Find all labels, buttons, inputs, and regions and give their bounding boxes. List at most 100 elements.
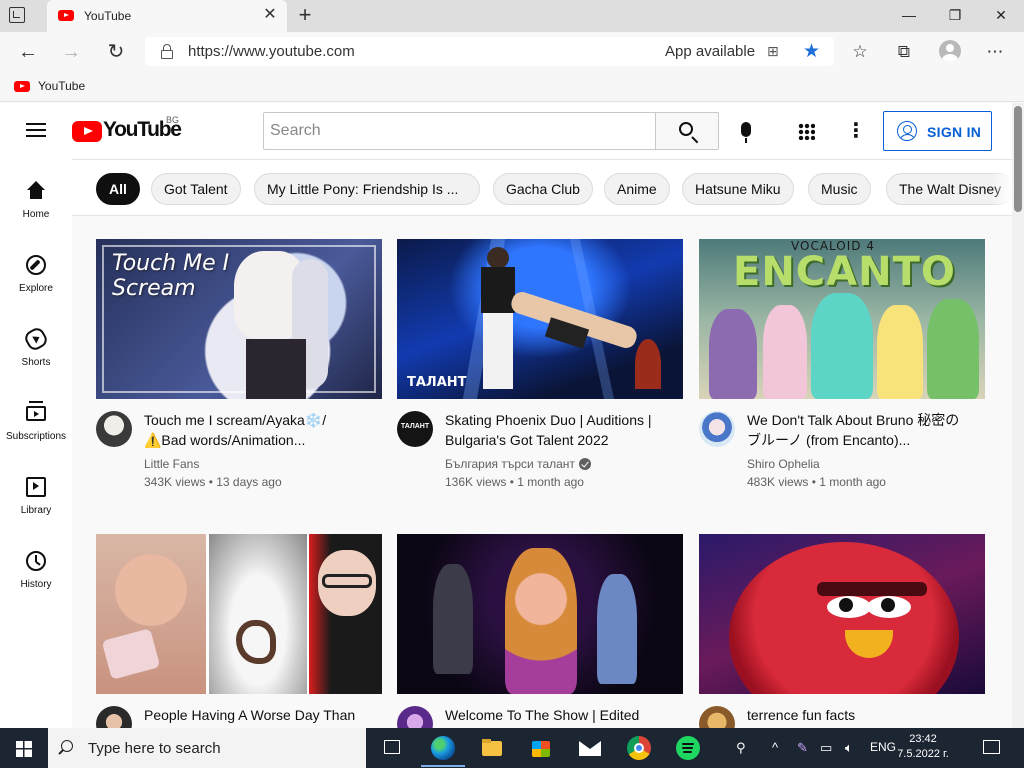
page-scrollbar[interactable] <box>1012 103 1024 728</box>
channel-name[interactable]: Little Fans <box>144 457 199 471</box>
favorite-youtube-link[interactable]: YouTube <box>38 79 85 93</box>
file-explorer-icon[interactable] <box>480 736 504 760</box>
tab-close-icon[interactable]: ✕ <box>261 6 279 24</box>
menu-icon[interactable] <box>26 123 46 137</box>
channel-name[interactable]: Shiro Ophelia <box>747 457 820 471</box>
youtube-header: YouTube BG ⋮ SIGN IN <box>0 103 1012 159</box>
youtube-logo-icon[interactable] <box>72 121 102 142</box>
guide-label: Library <box>20 505 52 516</box>
thumbnail-caption: Touch Me I Scream <box>112 251 230 301</box>
sign-in-label: SIGN IN <box>927 124 982 140</box>
app-available-label[interactable]: App available <box>665 43 755 60</box>
channel-name[interactable]: България търси талант <box>445 457 575 471</box>
lock-icon[interactable] <box>161 44 173 59</box>
forward-icon[interactable]: → <box>57 38 85 66</box>
youtube-favicon-icon <box>58 10 74 21</box>
filter-chips-bar: All Got Talent My Little Pony: Friendshi… <box>72 159 1012 216</box>
refresh-icon[interactable]: ↻ <box>102 38 130 66</box>
people-icon[interactable]: ⚲ <box>736 740 746 756</box>
video-title[interactable]: terrence fun facts <box>747 705 973 725</box>
network-icon[interactable]: ▭ <box>820 740 832 756</box>
channel-avatar[interactable] <box>96 411 132 447</box>
favorite-star-icon[interactable]: ★ <box>803 40 820 63</box>
video-title[interactable]: Touch me I scream/Ayaka❄️/ ⚠️Bad words/A… <box>144 410 370 450</box>
upload-age: 1 month ago <box>517 475 584 489</box>
restore-icon[interactable]: ❐ <box>932 0 978 30</box>
guide-item-explore[interactable]: Explore <box>0 255 72 329</box>
history-icon <box>26 551 46 571</box>
new-tab-icon[interactable]: + <box>294 4 316 26</box>
clock-time: 23:42 <box>909 733 937 745</box>
search-button[interactable] <box>655 112 719 150</box>
chip-anime[interactable]: Anime <box>604 173 670 205</box>
notifications-icon[interactable] <box>983 740 1000 754</box>
video-thumbnail[interactable]: Touch Me I Scream <box>96 239 382 399</box>
video-title[interactable]: Welcome To The Show | Edited <box>445 705 671 725</box>
library-icon <box>26 477 46 497</box>
video-thumbnail[interactable] <box>397 534 683 694</box>
taskbar-search-box[interactable]: Type here to search <box>48 728 366 768</box>
guide-label: Shorts <box>21 357 51 368</box>
video-thumbnail[interactable]: VOCALOID 4 ENCANTO <box>699 239 985 399</box>
chip-gacha-club[interactable]: Gacha Club <box>493 173 593 205</box>
guide-item-library[interactable]: Library <box>0 477 72 551</box>
search-input[interactable] <box>264 113 656 149</box>
edge-browser-icon[interactable] <box>421 736 465 767</box>
guide-item-subscriptions[interactable]: Subscriptions <box>0 401 72 477</box>
channel-name-row[interactable]: България търси талант <box>445 457 591 471</box>
tab-actions-icon[interactable] <box>9 7 25 23</box>
video-meta: 483K views • 1 month ago <box>747 475 886 489</box>
chip-all[interactable]: All <box>96 173 140 205</box>
volume-icon[interactable]: 🔈︎ <box>845 740 853 756</box>
video-title[interactable]: Skating Phoenix Duo | Auditions | Bulgar… <box>445 410 671 450</box>
browser-tab[interactable]: YouTube ✕ <box>47 0 287 32</box>
url-text[interactable]: https://www.youtube.com <box>188 43 355 60</box>
browser-tab-bar: YouTube ✕ + — ❐ ✕ <box>0 0 1024 32</box>
chip-my-little-pony[interactable]: My Little Pony: Friendship Is ... <box>254 173 480 205</box>
collections-icon[interactable]: ⧉ <box>890 38 918 66</box>
settings-more-icon[interactable]: ⋯ <box>981 38 1009 66</box>
window-close-icon[interactable]: ✕ <box>978 0 1024 30</box>
profile-icon[interactable] <box>939 40 961 62</box>
video-title[interactable]: People Having A Worse Day Than <box>144 705 370 725</box>
guide-item-home[interactable]: Home <box>0 181 72 255</box>
task-view-icon[interactable] <box>380 736 404 760</box>
tray-feather-icon[interactable]: ✎ <box>797 740 808 756</box>
favorites-bar: YouTube <box>0 72 1024 102</box>
install-app-icon[interactable]: ⊞ <box>767 43 783 59</box>
microsoft-store-icon[interactable] <box>529 736 553 760</box>
chip-music[interactable]: Music <box>808 173 871 205</box>
chip-hatsune-miku[interactable]: Hatsune Miku <box>682 173 794 205</box>
show-hidden-icons-icon[interactable]: ^ <box>772 740 778 755</box>
active-app-indicator <box>421 765 465 767</box>
video-thumbnail[interactable] <box>96 534 382 694</box>
video-title[interactable]: We Don't Talk About Bruno 秘密のブルーノ (from … <box>747 410 973 450</box>
guide-item-history[interactable]: History <box>0 551 72 625</box>
view-count: 136K views <box>445 475 507 489</box>
back-icon[interactable]: ← <box>14 38 42 66</box>
clock-date: 7.5.2022 г. <box>897 748 949 760</box>
chrome-icon[interactable] <box>627 736 651 760</box>
favorites-icon[interactable]: ☆ <box>846 38 874 66</box>
more-vertical-icon[interactable]: ⋮ <box>846 120 866 142</box>
taskbar-clock[interactable]: 23:42 7.5.2022 г. <box>895 732 951 762</box>
search-box[interactable] <box>263 112 656 150</box>
chip-got-talent[interactable]: Got Talent <box>151 173 241 205</box>
channel-avatar[interactable]: ТАЛАНТ <box>397 411 433 447</box>
minimize-icon[interactable]: — <box>886 0 932 30</box>
spotify-icon[interactable] <box>676 736 700 760</box>
apps-grid-icon[interactable] <box>798 123 815 140</box>
channel-avatar[interactable] <box>699 411 735 447</box>
address-bar[interactable]: https://www.youtube.com App available ⊞ … <box>145 37 834 66</box>
video-thumbnail[interactable] <box>699 534 985 694</box>
mail-icon[interactable] <box>578 736 602 760</box>
video-thumbnail[interactable]: ТАЛАНТ <box>397 239 683 399</box>
windows-start-icon[interactable] <box>16 741 32 757</box>
microphone-icon[interactable] <box>741 122 751 143</box>
shorts-icon <box>22 325 50 353</box>
scrollbar-thumb[interactable] <box>1014 106 1022 212</box>
windows-taskbar: Type here to search ⚲ ^ ✎ ▭ 🔈︎ ENG 23:42… <box>0 728 1024 768</box>
guide-item-shorts[interactable]: Shorts <box>0 325 72 403</box>
sign-in-button[interactable]: SIGN IN <box>883 111 992 151</box>
input-language[interactable]: ENG <box>870 740 896 754</box>
